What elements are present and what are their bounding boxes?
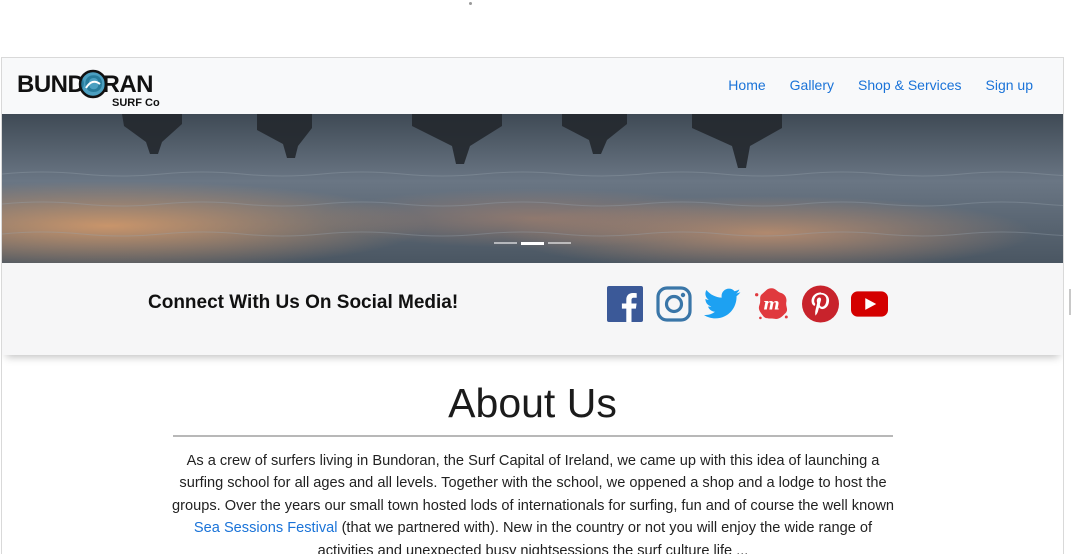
about-title: About Us [448,380,617,426]
nav-shop-services-link[interactable]: Shop & Services [858,77,962,93]
instagram-icon[interactable] [655,284,692,324]
page-frame: BUNDORAN SURF Co Home Gallery Shop & Ser… [1,57,1064,554]
carousel-indicators [494,242,571,245]
youtube-icon[interactable] [851,284,888,324]
nav-links: Home Gallery Shop & Services Sign up [704,77,1033,93]
social-icons: m [606,284,888,324]
brand-logo[interactable]: BUNDORAN SURF Co [16,66,166,109]
svg-text:m: m [763,295,780,314]
social-section: Connect With Us On Social Media! m [2,263,1063,355]
navbar: BUNDORAN SURF Co Home Gallery Shop & Ser… [2,58,1063,114]
page-dot [469,2,472,5]
social-heading: Connect With Us On Social Media! [148,292,459,313]
sea-sessions-link[interactable]: Sea Sessions Festival [194,520,338,536]
hero-image [2,114,1063,263]
nav-signup-link[interactable]: Sign up [986,77,1033,93]
about-text-part2: (that we partnered with). New in the cou… [317,520,873,554]
nav-gallery-link[interactable]: Gallery [790,77,834,93]
about-paragraph: As a crew of surfers living in Bundoran,… [166,450,900,554]
carousel-indicator-3[interactable] [548,242,571,244]
meetup-icon[interactable]: m [753,284,790,324]
hero-carousel[interactable] [2,114,1063,263]
carousel-indicator-1[interactable] [494,242,517,244]
twitter-icon[interactable] [704,284,741,324]
about-text-part1: As a crew of surfers living in Bundoran,… [172,453,894,514]
scrollbar-thumb[interactable] [1069,289,1071,315]
facebook-icon[interactable] [606,284,643,324]
nav-home-link[interactable]: Home [728,77,765,93]
carousel-indicator-2[interactable] [521,242,544,245]
about-divider [173,435,893,437]
logo-word-2: SURF Co [112,97,160,108]
pinterest-icon[interactable] [802,284,839,324]
